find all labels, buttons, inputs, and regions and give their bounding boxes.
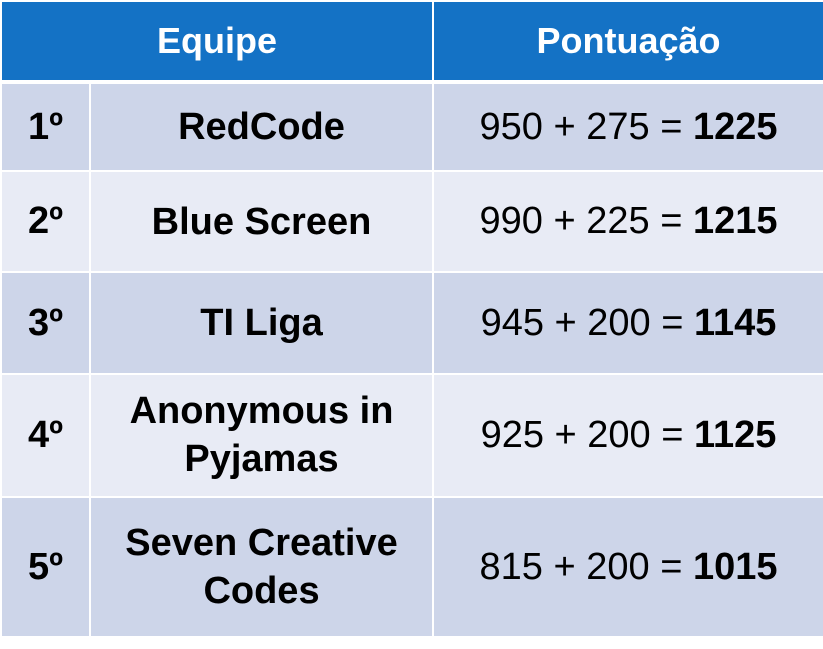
team-cell: Blue Screen bbox=[88, 170, 435, 274]
score-cell: 950 + 275 = 1225 bbox=[432, 80, 823, 173]
score-expression: 815 + 200 = bbox=[479, 545, 683, 588]
score-total: 1125 bbox=[694, 413, 777, 456]
header-row: Equipe Pontuação bbox=[0, 0, 823, 84]
rank-cell: 3º bbox=[0, 271, 91, 375]
score-expression: 945 + 200 = bbox=[480, 301, 684, 344]
table-row: 2º Blue Screen 990 + 225 = 1215 bbox=[0, 170, 823, 274]
score-cell: 925 + 200 = 1125 bbox=[432, 372, 823, 499]
rank-cell: 5º bbox=[0, 496, 91, 638]
ranking-table: Equipe Pontuação 1º RedCode 950 + 275 = … bbox=[0, 0, 823, 638]
team-cell: Anonymous in Pyjamas bbox=[88, 372, 435, 499]
score-total: 1225 bbox=[692, 105, 778, 148]
header-score: Pontuação bbox=[432, 0, 823, 84]
score-expression: 950 + 275 = bbox=[479, 105, 683, 148]
table-row: 4º Anonymous in Pyjamas 925 + 200 = 1125 bbox=[0, 372, 823, 499]
score-total: 1215 bbox=[692, 200, 778, 243]
header-team: Equipe bbox=[0, 0, 435, 84]
score-cell: 945 + 200 = 1145 bbox=[432, 271, 823, 375]
score-total: 1015 bbox=[692, 545, 778, 588]
score-cell: 990 + 225 = 1215 bbox=[432, 170, 823, 274]
table-row: 1º RedCode 950 + 275 = 1225 bbox=[0, 80, 823, 173]
rank-cell: 2º bbox=[0, 170, 91, 274]
table-row: 5º Seven Creative Codes 815 + 200 = 1015 bbox=[0, 496, 823, 638]
rank-cell: 1º bbox=[0, 80, 91, 173]
team-cell: TI Liga bbox=[88, 271, 435, 375]
score-expression: 925 + 200 = bbox=[480, 413, 684, 456]
table-row: 3º TI Liga 945 + 200 = 1145 bbox=[0, 271, 823, 375]
score-expression: 990 + 225 = bbox=[479, 200, 683, 243]
rank-cell: 4º bbox=[0, 372, 91, 499]
team-cell: RedCode bbox=[88, 80, 435, 173]
score-cell: 815 + 200 = 1015 bbox=[432, 496, 823, 638]
team-cell: Seven Creative Codes bbox=[88, 496, 435, 638]
score-total: 1145 bbox=[694, 301, 777, 344]
